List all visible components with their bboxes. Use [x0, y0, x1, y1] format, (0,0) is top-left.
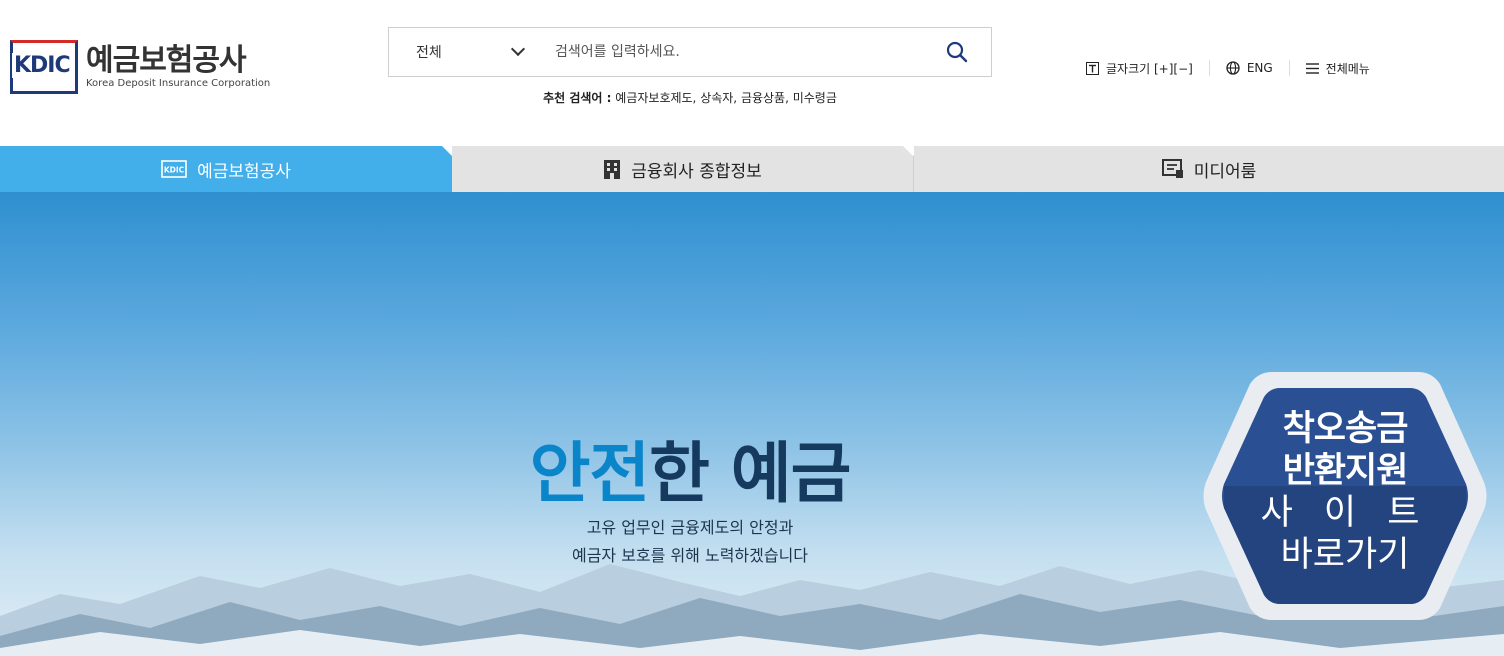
main-nav: KDIC 예금보험공사 금융회사 종합정보 미디어룸: [0, 146, 1504, 192]
tab-financial-info[interactable]: 금융회사 종합정보: [452, 146, 923, 192]
building-icon: [603, 159, 621, 179]
language-label: ENG: [1246, 61, 1273, 75]
font-size-icon: [1086, 61, 1099, 75]
hero-subtitle-line2: 예금자 보호를 위해 노력하겠습니다: [571, 546, 809, 565]
badge-line1: 착오송금: [1282, 409, 1409, 449]
logo-name-korean: 예금보험공사: [86, 43, 247, 78]
hero-title: 안전한 예금: [0, 420, 1380, 516]
font-size-label: 글자크기 [+][−]: [1106, 61, 1193, 76]
search-button[interactable]: [923, 29, 991, 75]
tab-label: 미디어룸: [1193, 161, 1257, 182]
tab-kdic[interactable]: KDIC 예금보험공사: [0, 146, 462, 192]
font-size-control[interactable]: 글자크기 [+][−]: [1086, 60, 1209, 76]
hero-banner: 안전한 예금 고유 업무인 금융제도의 안정과 예금자 보호를 위해 노력하겠습…: [0, 192, 1504, 656]
svg-text:KDIC: KDIC: [164, 166, 185, 175]
media-icon: [1161, 159, 1184, 179]
recommended-keywords: 추천 검색어 : 예금자보호제도, 상속자, 금융상품, 미수령금: [388, 89, 992, 106]
hero-title-highlight: 안전: [529, 435, 650, 512]
tab-label: 금융회사 종합정보: [631, 161, 762, 182]
globe-icon: [1226, 61, 1240, 75]
badge-line2: 반환지원: [1282, 451, 1409, 491]
search-icon: [946, 41, 968, 63]
site-header: KDIC 예금보험공사 Korea Deposit Insurance Corp…: [0, 0, 1504, 146]
tab-label: 예금보험공사: [197, 161, 291, 182]
site-logo[interactable]: KDIC 예금보험공사 Korea Deposit Insurance Corp…: [10, 40, 270, 94]
tab-media-room[interactable]: 미디어룸: [914, 146, 1504, 192]
search-input[interactable]: [539, 29, 923, 75]
search-scope-value: 전체: [416, 45, 442, 61]
kdic-logo-mark: KDIC: [10, 40, 80, 94]
kdic-logo-icon: KDIC: [161, 160, 187, 178]
all-menu-label: 전체메뉴: [1325, 61, 1370, 76]
search-bar: 전체: [388, 27, 992, 77]
utility-menu: 글자크기 [+][−] ENG 전체메뉴: [1086, 60, 1386, 76]
logo-name-english: Korea Deposit Insurance Corporation: [86, 78, 271, 89]
badge-line3: 사 이 트: [1260, 493, 1430, 533]
all-menu-button[interactable]: 전체메뉴: [1288, 60, 1386, 76]
recommend-keyword-list[interactable]: 예금자보호제도, 상속자, 금융상품, 미수령금: [615, 91, 837, 105]
logo-mark-text: KDIC: [12, 53, 72, 78]
chevron-down-icon: [510, 41, 526, 57]
search-scope-select[interactable]: 전체: [389, 41, 539, 62]
badge-line4: 바로가기: [1280, 535, 1410, 575]
recommend-label: 추천 검색어 :: [543, 91, 612, 105]
hamburger-icon: [1305, 62, 1319, 74]
hero-subtitle-line1: 고유 업무인 금융제도의 안정과: [586, 518, 794, 537]
mistaken-remittance-badge[interactable]: 착오송금 반환지원 사 이 트 바로가기: [1202, 366, 1488, 626]
language-link[interactable]: ENG: [1208, 60, 1289, 76]
hero-title-rest: 한 예금: [649, 435, 851, 512]
hero-subtitle: 고유 업무인 금융제도의 안정과 예금자 보호를 위해 노력하겠습니다: [0, 514, 1380, 570]
